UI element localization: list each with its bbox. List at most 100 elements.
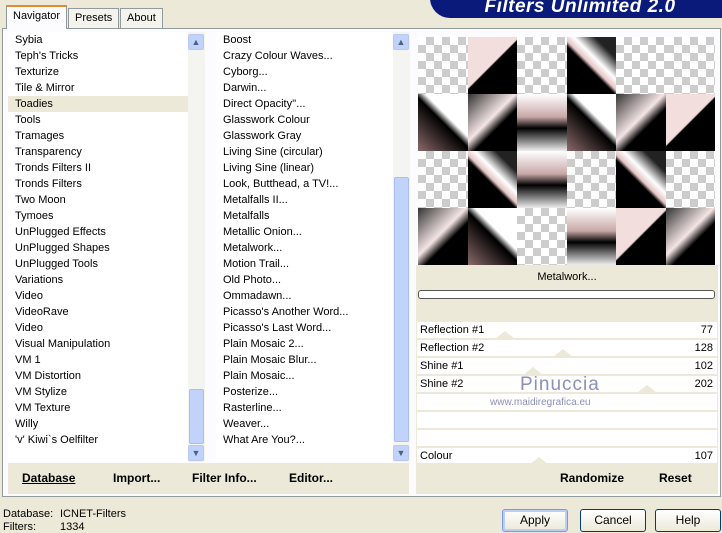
list-item[interactable]: Weaver... — [216, 416, 394, 432]
list-item[interactable]: Look, Butthead, a TV!... — [216, 176, 394, 192]
list-item[interactable]: Tile & Mirror — [8, 80, 190, 96]
slider-shine-2[interactable]: Shine #2 202 — [417, 376, 717, 393]
list-item[interactable]: Boost — [216, 32, 394, 48]
list-item[interactable]: Posterize... — [216, 384, 394, 400]
category-scrollbar[interactable]: ▲ ▼ — [188, 32, 205, 462]
preview-tile — [566, 208, 616, 265]
slider-reflection-2[interactable]: Reflection #2 128 — [417, 340, 717, 357]
list-item[interactable]: What Are You?... — [216, 432, 394, 448]
list-item[interactable]: VM Stylize — [8, 384, 190, 400]
list-item[interactable]: VM 1 — [8, 352, 190, 368]
list-item[interactable]: Picasso's Another Word... — [216, 304, 394, 320]
category-list[interactable]: Sybia Teph's Tricks Texturize Tile & Mirror… — [8, 32, 190, 462]
list-item[interactable]: Video — [8, 288, 190, 304]
list-item[interactable]: Living Sine (linear) — [216, 160, 394, 176]
list-item[interactable]: Tronds Filters II — [8, 160, 190, 176]
list-item-label: Metalwork... — [223, 242, 283, 254]
list-item-label: Plain Mosaic... — [223, 370, 295, 382]
list-item[interactable]: VM Texture — [8, 400, 190, 416]
list-item[interactable]: Video — [8, 320, 190, 336]
scroll-down-icon[interactable]: ▼ — [188, 445, 204, 461]
slider-thumb[interactable] — [494, 331, 515, 339]
list-item[interactable]: Tools — [8, 112, 190, 128]
list-item[interactable]: Tronds Filters — [8, 176, 190, 192]
list-item[interactable]: Picasso's Last Word... — [216, 320, 394, 336]
list-item[interactable]: Teph's Tricks — [8, 48, 190, 64]
slider-shine-1[interactable]: Shine #1 102 — [417, 358, 717, 375]
list-item[interactable]: Glasswork Colour — [216, 112, 394, 128]
filter-list[interactable]: Boost Crazy Colour Waves... Cyborg... Darwi… — [216, 32, 394, 462]
list-item[interactable]: Plain Mosaic... — [216, 368, 394, 384]
list-item[interactable]: Tramages — [8, 128, 190, 144]
list-item[interactable]: UnPlugged Shapes — [8, 240, 190, 256]
preview-tile — [616, 37, 666, 94]
help-button[interactable]: Help — [655, 509, 721, 532]
list-item-label: Tronds Filters — [15, 178, 82, 190]
list-item[interactable]: Motion Trail... — [216, 256, 394, 272]
filter-scrollbar[interactable]: ▲ ▼ — [393, 32, 410, 462]
preview-tile — [418, 151, 468, 208]
list-item-label: Plain Mosaic Blur... — [223, 354, 317, 366]
slider-thumb[interactable] — [523, 367, 543, 375]
list-item[interactable]: Metallic Onion... — [216, 224, 394, 240]
preview-tile — [517, 37, 567, 94]
list-item[interactable]: Variations — [8, 272, 190, 288]
list-item[interactable]: Toadies — [8, 96, 190, 112]
list-item[interactable]: Two Moon — [8, 192, 190, 208]
tab-navigator[interactable]: Navigator — [6, 5, 68, 29]
list-item[interactable]: Crazy Colour Waves... — [216, 48, 394, 64]
scroll-down-icon[interactable]: ▼ — [393, 445, 409, 461]
list-item[interactable]: Darwin... — [216, 80, 394, 96]
reset-button[interactable]: Reset — [659, 463, 692, 494]
list-item[interactable]: Glasswork Gray — [216, 128, 394, 144]
list-item[interactable]: Texturize — [8, 64, 190, 80]
list-item[interactable]: UnPlugged Effects — [8, 224, 190, 240]
scroll-up-icon[interactable]: ▲ — [188, 34, 204, 50]
scroll-up-icon[interactable]: ▲ — [393, 34, 409, 50]
list-item[interactable]: Metalfalls — [216, 208, 394, 224]
database-button[interactable]: Database — [22, 463, 75, 494]
filter-info-button[interactable]: Filter Info... — [192, 463, 257, 494]
apply-button[interactable]: Apply — [502, 509, 568, 532]
list-item[interactable]: Plain Mosaic 2... — [216, 336, 394, 352]
slider-thumb[interactable] — [636, 385, 657, 393]
tab-presets[interactable]: Presets — [68, 8, 120, 28]
randomize-button[interactable]: Randomize — [560, 463, 624, 494]
slider-value: 77 — [700, 324, 713, 336]
preview-tile — [616, 151, 666, 208]
slider-thumb[interactable] — [552, 349, 573, 357]
scroll-thumb[interactable] — [189, 389, 204, 444]
list-item-label: Two Moon — [15, 194, 66, 206]
list-item[interactable]: Visual Manipulation — [8, 336, 190, 352]
list-item[interactable]: Ommadawn... — [216, 288, 394, 304]
list-item[interactable]: Willy — [8, 416, 190, 432]
import-button[interactable]: Import... — [113, 463, 160, 494]
slider-colour[interactable]: Colour 107 — [417, 448, 717, 465]
tab-about[interactable]: About — [120, 8, 163, 28]
scroll-thumb[interactable] — [394, 177, 409, 442]
list-item[interactable]: VM Distortion — [8, 368, 190, 384]
slider-reflection-1[interactable]: Reflection #1 77 — [417, 322, 717, 339]
list-item[interactable]: Old Photo... — [216, 272, 394, 288]
list-item[interactable]: 'v' Kiwi`s Oelfilter — [8, 432, 190, 448]
list-item[interactable]: UnPlugged Tools — [8, 256, 190, 272]
list-item-label: Sybia — [15, 34, 43, 46]
list-item[interactable]: Metalwork... — [216, 240, 394, 256]
list-item[interactable]: Transparency — [8, 144, 190, 160]
list-item[interactable]: Sybia — [8, 32, 190, 48]
list-item[interactable]: Rasterline... — [216, 400, 394, 416]
list-item[interactable]: Cyborg... — [216, 64, 394, 80]
brand-banner: Filters Unlimited 2.0 — [430, 0, 722, 18]
empty-slider-row — [417, 394, 717, 410]
list-item[interactable]: Tymoes — [8, 208, 190, 224]
list-item[interactable]: Metalfalls II... — [216, 192, 394, 208]
list-item-label: Picasso's Another Word... — [223, 306, 349, 318]
list-item[interactable]: Direct Opacity''... — [216, 96, 394, 112]
list-item[interactable]: Plain Mosaic Blur... — [216, 352, 394, 368]
cancel-button[interactable]: Cancel — [580, 509, 646, 532]
list-item[interactable]: VideoRave — [8, 304, 190, 320]
list-item[interactable]: Living Sine (circular) — [216, 144, 394, 160]
editor-button[interactable]: Editor... — [289, 463, 333, 494]
slider-label: Reflection #1 — [420, 324, 485, 336]
status-database-value: ICNET-Filters — [60, 508, 126, 520]
